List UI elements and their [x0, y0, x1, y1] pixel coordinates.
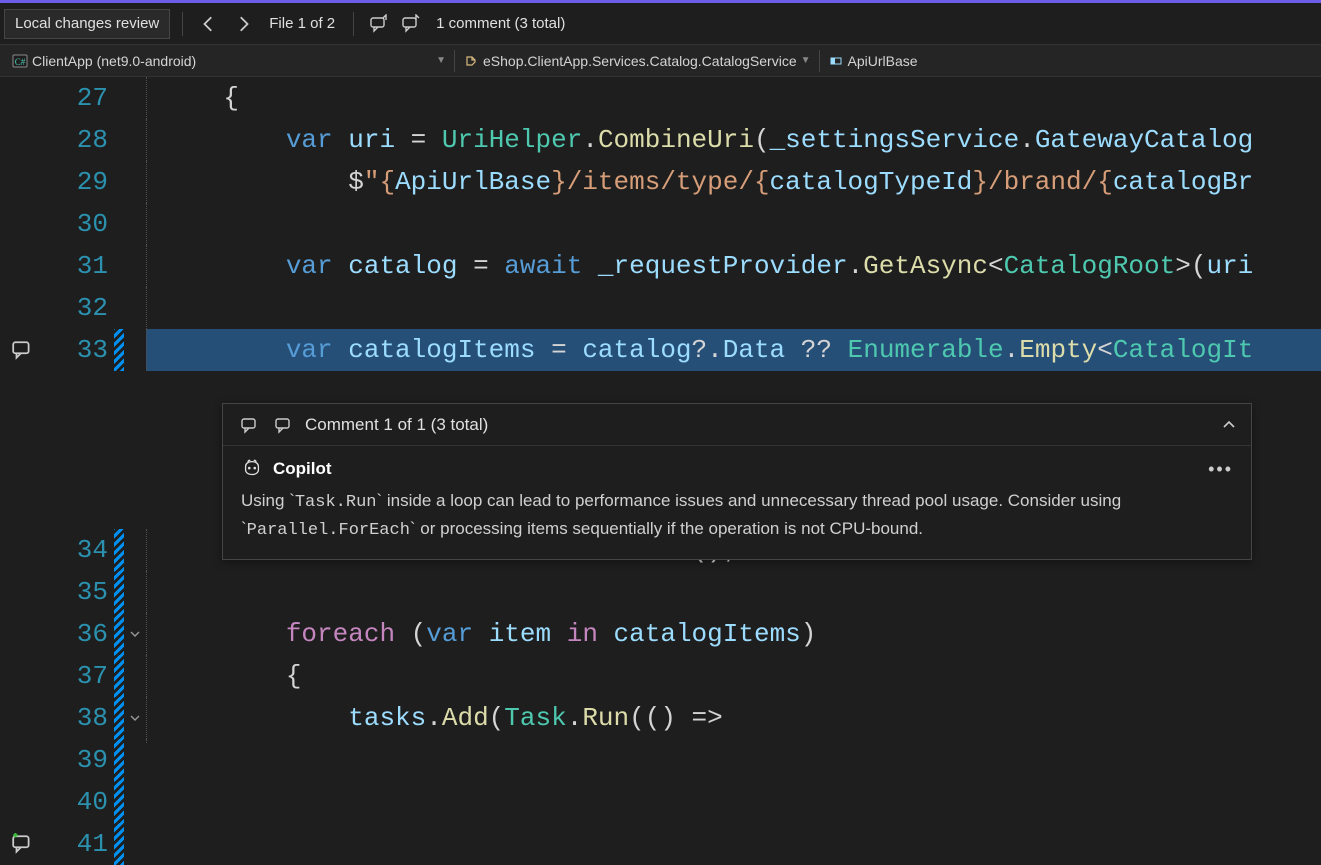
prev-comment-icon[interactable] — [366, 11, 392, 37]
csharp-project-icon: C# — [12, 53, 28, 69]
comment-text: Using `Task.Run` inside a loop can lead … — [241, 488, 1233, 543]
crumb-project-label: ClientApp (net9.0-android) — [32, 53, 196, 69]
line-number: 31 — [44, 245, 108, 287]
local-changes-review-button[interactable]: Local changes review — [4, 9, 170, 39]
line-number: 32 — [44, 287, 108, 329]
code-line[interactable]: foreach (var item in catalogItems) — [146, 613, 1321, 655]
next-comment-in-thread-icon[interactable] — [271, 412, 297, 438]
crumb-namespace[interactable]: eShop.ClientApp.Services.Catalog.Catalog… — [455, 51, 819, 71]
comments-summary: 1 comment (3 total) — [430, 15, 571, 32]
line-number: 30 — [44, 203, 108, 245]
code-line[interactable] — [146, 203, 1321, 245]
code-line[interactable]: var catalog = await _requestProvider.Get… — [146, 245, 1321, 287]
crumb-project[interactable]: C# ClientApp (net9.0-android) ▼ — [4, 51, 454, 71]
popup-header: Comment 1 of 1 (3 total) — [223, 404, 1251, 446]
review-toolbar: Local changes review File 1 of 2 1 comme… — [0, 3, 1321, 45]
code-line[interactable] — [146, 287, 1321, 329]
line-number: 40 — [44, 781, 108, 823]
code-line[interactable] — [146, 571, 1321, 613]
line-number-gutter: 272829303132333435363738394041 — [44, 77, 114, 744]
fold-column — [124, 77, 146, 744]
copilot-icon — [241, 458, 263, 480]
line-number: 27 — [44, 77, 108, 119]
prev-comment-in-thread-icon[interactable] — [237, 412, 263, 438]
line-number: 34 — [44, 529, 108, 571]
line-number: 37 — [44, 655, 108, 697]
next-file-button[interactable] — [229, 10, 257, 38]
fold-chevron-icon[interactable] — [129, 628, 141, 640]
chevron-down-icon: ▼ — [436, 55, 446, 66]
line-number: 29 — [44, 161, 108, 203]
comment-more-menu[interactable]: ••• — [1208, 459, 1233, 480]
code-editor[interactable]: 272829303132333435363738394041 { var uri… — [0, 77, 1321, 744]
fold-chevron-icon[interactable] — [129, 712, 141, 724]
collapse-popup-button[interactable] — [1221, 417, 1237, 433]
prev-file-button[interactable] — [195, 10, 223, 38]
comment-author: Copilot — [273, 459, 332, 479]
line-number: 28 — [44, 119, 108, 161]
navigation-breadcrumb: C# ClientApp (net9.0-android) ▼ eShop.Cl… — [0, 45, 1321, 77]
next-comment-icon[interactable] — [398, 11, 424, 37]
code-line[interactable]: tasks.Add(Task.Run(() => — [146, 697, 1321, 739]
crumb-namespace-label: eShop.ClientApp.Services.Catalog.Catalog… — [483, 53, 797, 69]
glyph-margin — [0, 77, 44, 744]
comment-counter: Comment 1 of 1 (3 total) — [305, 415, 488, 435]
crumb-member[interactable]: ApiUrlBase — [820, 51, 926, 71]
line-number: 41 — [44, 823, 108, 865]
line-number: 38 — [44, 697, 108, 739]
popup-body: Copilot ••• Using `Task.Run` inside a lo… — [223, 446, 1251, 559]
change-indicator-bar — [114, 77, 124, 744]
toolbar-separator — [353, 12, 354, 36]
comment-glyph-icon[interactable] — [11, 339, 33, 361]
line-number: 36 — [44, 613, 108, 655]
chevron-down-icon: ▼ — [801, 55, 811, 66]
code-line[interactable]: { — [146, 77, 1321, 119]
inline-comment-popup: Comment 1 of 1 (3 total) Copilot ••• Usi… — [222, 403, 1252, 560]
svg-text:C#: C# — [15, 57, 26, 67]
field-icon — [828, 53, 844, 69]
line-number: 35 — [44, 571, 108, 613]
code-line[interactable]: var catalogItems = catalog?.Data ?? Enum… — [146, 329, 1321, 371]
code-line[interactable]: { — [146, 655, 1321, 697]
code-line[interactable]: var uri = UriHelper.CombineUri(_settings… — [146, 119, 1321, 161]
file-counter: File 1 of 2 — [263, 15, 341, 32]
toolbar-separator — [182, 12, 183, 36]
class-icon — [463, 53, 479, 69]
code-line[interactable]: { — [146, 739, 1321, 744]
line-number: 33 — [44, 329, 108, 371]
line-number: 39 — [44, 739, 108, 781]
add-comment-glyph-icon[interactable] — [11, 833, 33, 855]
code-line[interactable]: $"{ApiUrlBase}/items/type/{catalogTypeId… — [146, 161, 1321, 203]
crumb-member-label: ApiUrlBase — [848, 53, 918, 69]
